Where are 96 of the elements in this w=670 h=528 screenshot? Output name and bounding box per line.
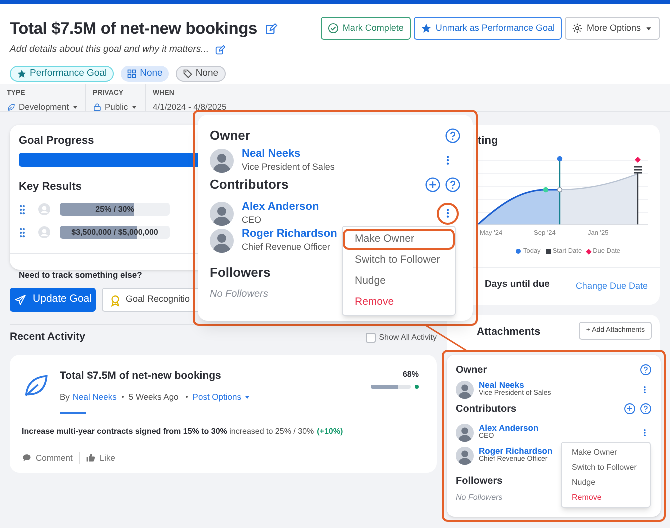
section-title: Owner [210,127,250,146]
field-value[interactable]: Public [105,101,128,114]
post-title: Total $7.5M of net-new bookings [60,369,222,384]
avatar [210,202,234,226]
empty-followers: No Followers [456,492,503,504]
track-prompt[interactable]: Need to track something else? [19,270,142,280]
edit-icon [265,22,278,36]
tab-underline [60,412,86,414]
avatar [456,380,474,398]
person-name[interactable]: Alex Anderson [479,422,539,434]
card-title: ting [478,134,498,149]
goal-title: Total $7.5M of net-new bookings [10,19,258,40]
section-title: Recent Activity [10,330,86,346]
user-icon [38,203,51,216]
thumbs-up-icon [86,452,96,463]
section-title: Followers [456,474,503,488]
post-options-link[interactable]: Post Options [192,390,252,404]
author-link[interactable]: Neal Neeks [72,390,117,404]
paper-plane-icon [14,294,28,306]
comment-button[interactable]: Comment [22,452,73,464]
menu-item[interactable]: Remove [343,292,455,313]
help-icon [445,128,461,144]
person-role: CEO [242,214,263,226]
drag-handle-icon [19,228,26,238]
caret-icon [244,394,252,401]
key-result-reading: $3,500,000 / $5,000,000 [72,226,158,238]
tag[interactable]: None [176,66,226,82]
action-button[interactable]: More Options [564,17,660,40]
section-title: Key Results [19,180,82,194]
caret-icon [72,104,80,111]
caret-icon [131,104,138,111]
check-circle-icon [328,23,339,34]
section-title: Attachments [477,325,541,340]
person-name[interactable]: Neal Neeks [479,380,552,390]
help-icon [640,403,652,415]
lock-icon [93,102,102,112]
legend-square [546,249,551,254]
update-text: Increase multi-year contracts signed from 15% to 30% increased to 25% / 30% [22,426,314,438]
update-goal-button[interactable]: Update Goal [10,288,96,312]
menu-item[interactable]: Nudge [343,271,455,292]
change-due-date-link[interactable]: Change Due Date [576,280,648,294]
menu-item[interactable]: Remove [562,490,650,505]
section-title: Contributors [210,176,289,194]
more-icon [641,384,649,394]
change-value: (+10%) [317,426,344,438]
add-icon [624,403,636,415]
checkbox[interactable] [366,333,376,343]
avatar [456,446,474,464]
medal-icon [109,294,122,306]
edit-icon [215,44,226,56]
section-title: Owner [456,364,488,378]
tag[interactable]: None [121,66,169,82]
help-icon [640,364,652,376]
card-title: Goal Progress [19,134,94,149]
drag-handle-icon [19,204,26,214]
avatar [210,148,234,172]
action-button[interactable]: Mark Complete [320,17,411,40]
post-time: 5 Weeks Ago [128,390,179,404]
caret-icon [645,24,653,32]
field-value: 4/1/2024 - 4/8/2025 [153,101,227,114]
comment-icon [22,452,32,463]
gear-icon [572,23,583,34]
menu-item[interactable]: Nudge [562,475,650,490]
avatar [210,228,234,252]
tag[interactable]: Performance Goal [10,66,114,82]
menu-item[interactable]: Make Owner [343,229,455,250]
person-name[interactable]: Alex Anderson [242,201,320,215]
person-name[interactable]: Neal Neeks [242,148,335,162]
add-icon [425,177,441,193]
field-value[interactable]: Development [19,101,70,114]
person-role: Chief Revenue Officer [242,242,332,253]
grid-icon [127,69,138,80]
goal-description: Add details about this goal and why it matters... [10,43,210,57]
section-title: Followers [210,264,271,282]
more-icon [641,428,649,438]
checkbox-label: Show All Activity [379,332,437,344]
progress-percent: 68% [402,369,419,381]
menu-item[interactable]: Switch to Follower [562,460,650,475]
menu-item[interactable]: Switch to Follower [343,250,455,271]
leaf-icon [7,102,16,112]
more-button[interactable] [437,202,459,224]
person-name[interactable]: Roger Richardson [479,446,553,456]
star-icon [17,69,27,80]
like-button[interactable]: Like [78,452,116,464]
byline-prefix: By [60,390,70,404]
star-icon [420,23,432,34]
user-icon [38,226,51,239]
avatar [456,424,474,442]
tag-icon [182,69,193,80]
person-name[interactable]: Roger Richardson [242,228,338,242]
menu-item[interactable]: Make Owner [562,445,650,460]
person-role: Vice President of Sales [242,162,335,173]
due-label: Days until due [485,278,550,292]
section-title: Contributors [456,402,517,416]
help-icon [445,177,461,193]
action-button[interactable]: Unmark as Performance Goal [414,17,562,40]
